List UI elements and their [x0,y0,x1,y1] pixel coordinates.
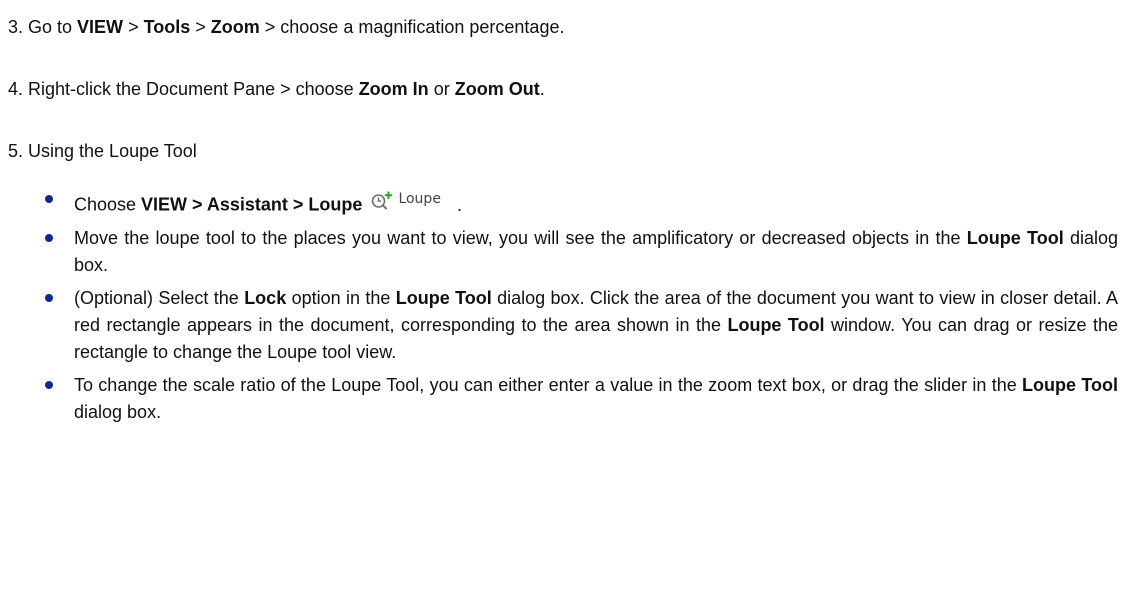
list-item: Move the loupe tool to the places you wa… [0,225,1128,279]
step-4-prefix: 4. Right-click the Document Pane > choos… [8,79,359,99]
step-3-zoom-item: Zoom [210,17,260,37]
step-4-period: . [539,79,545,99]
step-4-right-click: 4. Right-click the Document Pane > choos… [8,78,545,100]
bullet-3-lock: Lock [244,287,287,308]
step-3-separator-2: > [190,17,211,37]
step-3-zoom-menu: 3. Go to VIEW > Tools > Zoom > choose a … [8,16,564,38]
bullet-4-loupe-tool: Loupe Tool [1022,374,1118,395]
step-3-tools-menu: Tools [143,17,191,37]
step-4-zoom-out: Zoom Out [454,79,540,99]
step-3-suffix: > choose a magnification percentage. [259,17,565,37]
step-4-zoom-in: Zoom In [358,79,429,99]
bullet-1-prefix: Choose [74,194,142,215]
bullet-3-loupe-tool-1: Loupe Tool [395,287,492,308]
step-4-or: or [428,79,455,99]
bullet-1-period: . [456,194,462,215]
loupe-steps-list: Choose VIEW > Assistant > Loupe Loupe. Mo… [0,186,1128,426]
bullet-3-loupe-tool-2: Loupe Tool [727,314,825,335]
document-page: 3. Go to VIEW > Tools > Zoom > choose a … [0,0,1128,612]
list-item: To change the scale ratio of the Loupe T… [0,372,1128,426]
bullet-2-prefix: Move the loupe tool to the places you wa… [74,227,967,248]
loupe-tool-label: Loupe [398,191,441,207]
loupe-tool-icon [372,191,393,209]
list-item: Choose VIEW > Assistant > Loupe Loupe. [0,186,1128,219]
bullet-icon [45,380,53,389]
bullet-icon [45,233,53,242]
bullet-3-prefix: (Optional) Select the [74,287,245,308]
bullet-icon [45,195,53,203]
bullet-1-menu-path: VIEW > Assistant > Loupe [141,194,363,215]
bullet-icon [45,293,53,302]
list-item: (Optional) Select the Lock option in the… [0,285,1128,366]
step-3-view-menu: VIEW [77,17,124,37]
bullet-4-prefix: To change the scale ratio of the Loupe T… [74,374,1023,395]
step-5-heading: 5. Using the Loupe Tool [8,140,197,162]
bullet-2-loupe-tool: Loupe Tool [966,227,1064,248]
bullet-3-mid-1: option in the [286,287,396,308]
step-5-text: 5. Using the Loupe Tool [8,141,197,161]
bullet-4-suffix: dialog box. [74,401,162,422]
step-3-separator-1: > [123,17,144,37]
loupe-tool-button: Loupe [370,186,441,213]
step-3-prefix: 3. Go to [8,17,78,37]
